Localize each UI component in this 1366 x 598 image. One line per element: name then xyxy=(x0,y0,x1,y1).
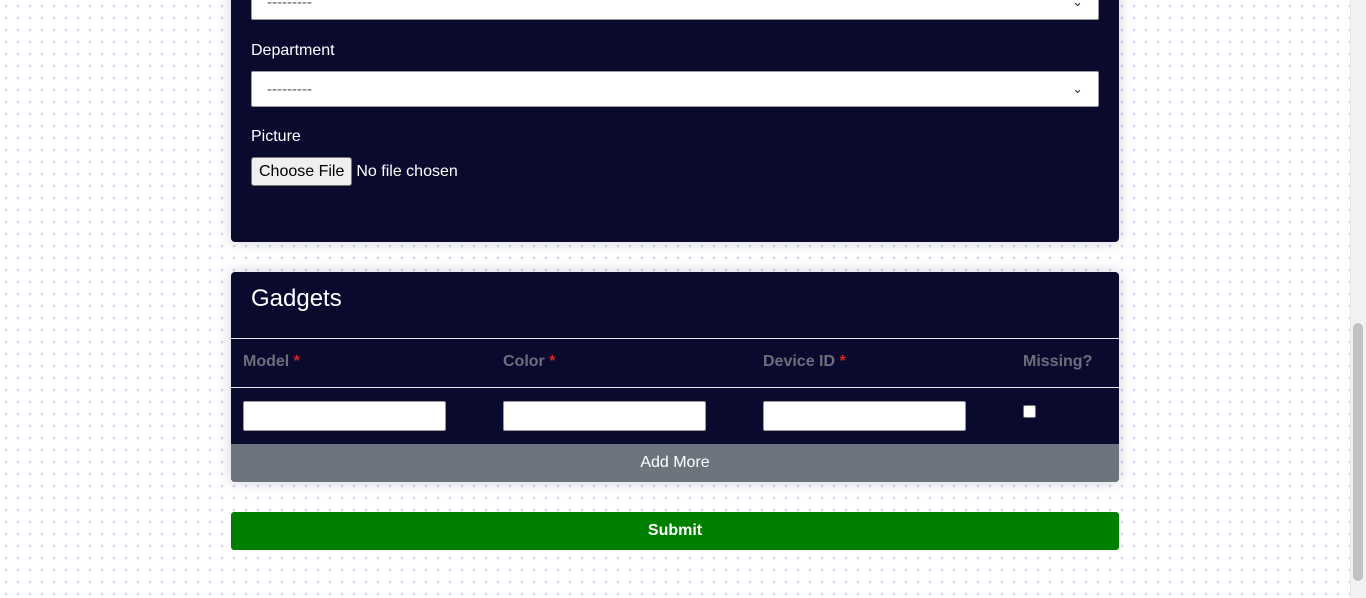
employee-form-card: --------- ⌄ Department --------- ⌄ Pictu… xyxy=(231,0,1119,242)
column-header-color: Color * xyxy=(503,353,555,371)
column-header-label: Model xyxy=(243,353,290,370)
divider xyxy=(231,338,1119,339)
column-header-label: Color xyxy=(503,353,545,370)
missing-checkbox[interactable] xyxy=(1023,405,1036,418)
add-more-button[interactable]: Add More xyxy=(231,444,1119,482)
previous-select-value: --------- xyxy=(267,0,312,11)
file-status: No file chosen xyxy=(356,162,458,180)
gadgets-title: Gadgets xyxy=(251,285,342,312)
department-select[interactable]: --------- ⌄ xyxy=(251,71,1099,107)
department-label: Department xyxy=(251,42,335,59)
submit-button[interactable]: Submit xyxy=(231,512,1119,550)
column-header-missing: Missing? xyxy=(1023,353,1092,371)
scrollbar-thumb[interactable] xyxy=(1353,323,1363,581)
column-header-label: Device ID xyxy=(763,353,836,370)
department-select-value: --------- xyxy=(267,80,312,98)
required-marker: * xyxy=(839,353,846,370)
required-marker: * xyxy=(293,353,300,370)
gadgets-card: Gadgets Model * Color * Device ID * Miss… xyxy=(231,272,1119,482)
vertical-scrollbar[interactable] xyxy=(1350,0,1366,598)
model-input[interactable] xyxy=(243,401,446,431)
picture-label: Picture xyxy=(251,128,301,145)
required-marker: * xyxy=(549,353,556,370)
device-id-input[interactable] xyxy=(763,401,966,431)
picture-file-input[interactable]: Choose File No file chosen xyxy=(251,157,458,186)
column-header-label: Missing? xyxy=(1023,353,1093,370)
previous-select[interactable]: --------- ⌄ xyxy=(251,0,1099,20)
column-header-model: Model * xyxy=(243,353,300,371)
chevron-down-icon: ⌄ xyxy=(1072,0,1083,9)
color-input[interactable] xyxy=(503,401,706,431)
column-header-device-id: Device ID * xyxy=(763,353,846,371)
divider xyxy=(231,387,1119,388)
choose-file-button[interactable]: Choose File xyxy=(251,157,353,186)
chevron-down-icon: ⌄ xyxy=(1072,81,1083,96)
